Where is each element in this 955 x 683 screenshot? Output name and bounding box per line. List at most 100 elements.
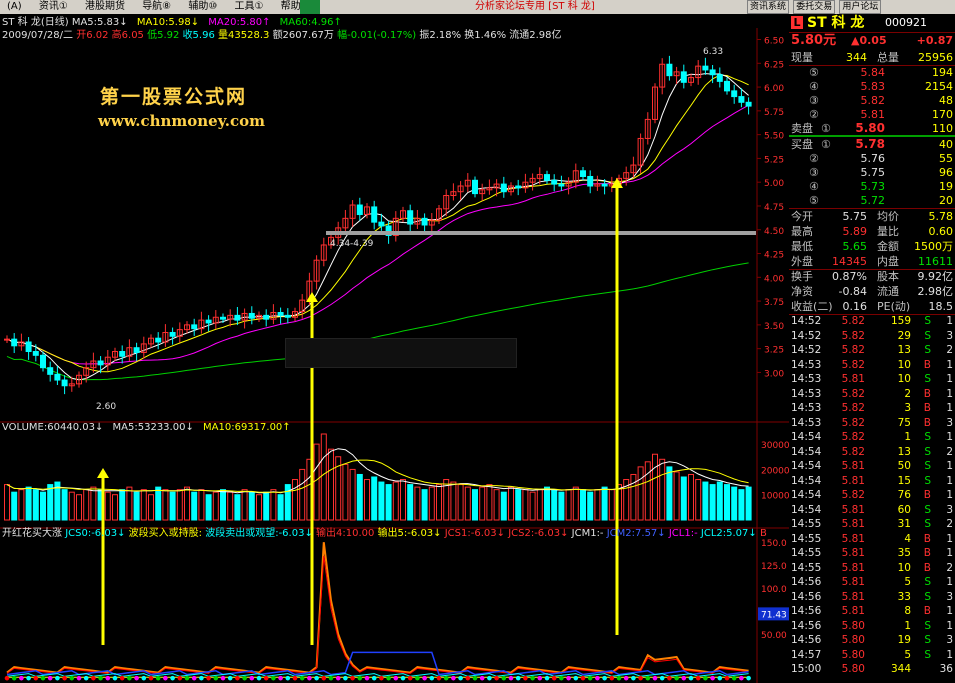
- indicator-dot: [40, 675, 46, 681]
- volume-bar: [371, 476, 378, 521]
- quote-row: ④ 5.83 2154: [789, 79, 955, 93]
- quote-row: 14:53 5.82 10 B 1: [789, 358, 955, 373]
- tick-count: 1: [946, 402, 953, 414]
- tick-side: S: [924, 445, 931, 458]
- stat2-value: 0.16: [842, 300, 868, 313]
- ask-price: 5.80: [855, 121, 885, 135]
- volume-bar: [320, 433, 327, 521]
- volume-bar: [457, 484, 464, 521]
- tick-side: S: [924, 634, 931, 646]
- tick-price: 5.82: [841, 416, 865, 429]
- tick-volume: 344: [890, 663, 911, 675]
- tick-time: 14:53: [791, 402, 822, 414]
- tick-price: 5.81: [841, 576, 865, 588]
- volume-bar: [594, 489, 601, 521]
- indicator-dot: [530, 675, 535, 681]
- candle-body: [709, 69, 716, 76]
- tick-count: 36: [939, 663, 953, 675]
- indicator-dot: [213, 675, 219, 681]
- app-icon[interactable]: [300, 0, 320, 14]
- indicator-dot: [98, 675, 103, 681]
- tick-price: 5.81: [841, 474, 865, 487]
- volume-tick-label: 20000: [761, 466, 789, 476]
- volume-bar: [565, 489, 572, 521]
- indicator-jcl2: JCL2:5.07↓: [700, 528, 757, 539]
- total-volume-label: 总量: [877, 51, 899, 64]
- menu-item-nav[interactable]: 导航⑧: [135, 0, 178, 14]
- tick-side: B: [923, 387, 931, 400]
- tick-volume: 2: [904, 387, 911, 400]
- indicator-dot: [155, 675, 161, 681]
- tick-side: B: [923, 605, 931, 617]
- menu-item-news[interactable]: 资讯①: [32, 0, 75, 14]
- candle-body: [716, 74, 723, 82]
- tick-time: 14:52: [791, 329, 822, 342]
- bid-price: 5.75: [860, 166, 886, 179]
- quote-row: 14:54 5.82 1 S 1: [789, 430, 955, 445]
- tick-side: B: [923, 547, 931, 559]
- volume-bar: [292, 479, 298, 521]
- price-tick-label: 3.75: [764, 298, 784, 308]
- candle-body: [500, 183, 507, 193]
- indicator-dot: [335, 675, 341, 681]
- indicator-dot: [724, 675, 730, 681]
- forum-button[interactable]: 用户论坛: [839, 0, 882, 14]
- tick-side: S: [924, 329, 931, 342]
- tick-volume: 8: [904, 605, 911, 617]
- indicator-dot: [357, 675, 363, 681]
- volume-tick-label: 30000: [761, 441, 789, 451]
- stat-label: 均价: [877, 210, 899, 223]
- ask-level-icon: ②: [809, 108, 819, 121]
- quote-row: 14:56 5.81 8 B 1: [789, 604, 955, 619]
- menu-item-assist[interactable]: 辅助⑩: [181, 0, 224, 14]
- volume-bar: [673, 471, 680, 521]
- volume-bar: [364, 479, 370, 521]
- menu-item-a[interactable]: (A): [0, 0, 29, 14]
- quote-row: 14:52 5.82 13 S 2: [789, 343, 955, 358]
- quote-panel: L ST 科 龙 000921 5.80元 ▲0.05 +0.87 现量 344 总量 25956…: [789, 14, 955, 683]
- menu-item-hk[interactable]: 港股期货: [78, 0, 132, 14]
- indicator-dot: [379, 675, 384, 681]
- volume-bar: [40, 491, 46, 521]
- candle-body: [234, 314, 241, 321]
- tick-time: 14:53: [791, 387, 822, 400]
- stat-value: 5.65: [842, 240, 868, 253]
- volume-bar: [709, 484, 716, 521]
- tick-volume: 31: [897, 518, 911, 530]
- ask-price: 5.81: [860, 108, 886, 121]
- indicator-dot: [688, 675, 694, 681]
- volume-bar: [500, 491, 507, 521]
- indicator-dot: [350, 675, 355, 681]
- indicator-dot: [83, 675, 89, 681]
- volume-title: VOLUME:60440.03↓ MA5:53233.00↓ MA10:6931…: [2, 421, 291, 434]
- volume-bar: [486, 484, 493, 521]
- candle-body: [356, 204, 363, 216]
- trade-button[interactable]: 委托交易: [793, 0, 836, 14]
- indicator-dot: [407, 675, 413, 681]
- volume-bar: [227, 491, 234, 521]
- tick-count: 2: [946, 518, 953, 530]
- indicator-dot: [105, 675, 111, 681]
- volume-bar: [169, 491, 176, 521]
- stat-label: 内盘: [877, 255, 899, 268]
- volume-bar: [551, 489, 558, 521]
- quote-row: 14:54 5.81 50 S 1: [789, 459, 955, 474]
- indicator-dot: [717, 675, 723, 681]
- indicator-dot: [206, 675, 211, 681]
- tick-price: 5.82: [841, 344, 865, 356]
- volume-bar: [385, 484, 392, 521]
- bid-price: 5.76: [860, 152, 886, 165]
- volume-bar: [4, 484, 10, 521]
- quote-row: 14:55 5.81 4 B 1: [789, 532, 955, 547]
- news-system-button[interactable]: 资讯系统: [747, 0, 790, 14]
- tick-side: S: [924, 576, 931, 588]
- indicator-dot: [645, 675, 651, 681]
- indicator-dot: [148, 675, 154, 681]
- volume-bar: [436, 484, 442, 521]
- quote-row: 14:53 5.82 2 B 1: [789, 387, 955, 402]
- ask-level-icon: ①: [821, 122, 831, 135]
- volume-bar: [119, 489, 126, 521]
- quote-row: 14:56 5.80 19 S 3: [789, 633, 955, 648]
- indicator-jcm1: JCM1:-: [571, 528, 604, 539]
- menu-item-tools[interactable]: 工具①: [228, 0, 271, 14]
